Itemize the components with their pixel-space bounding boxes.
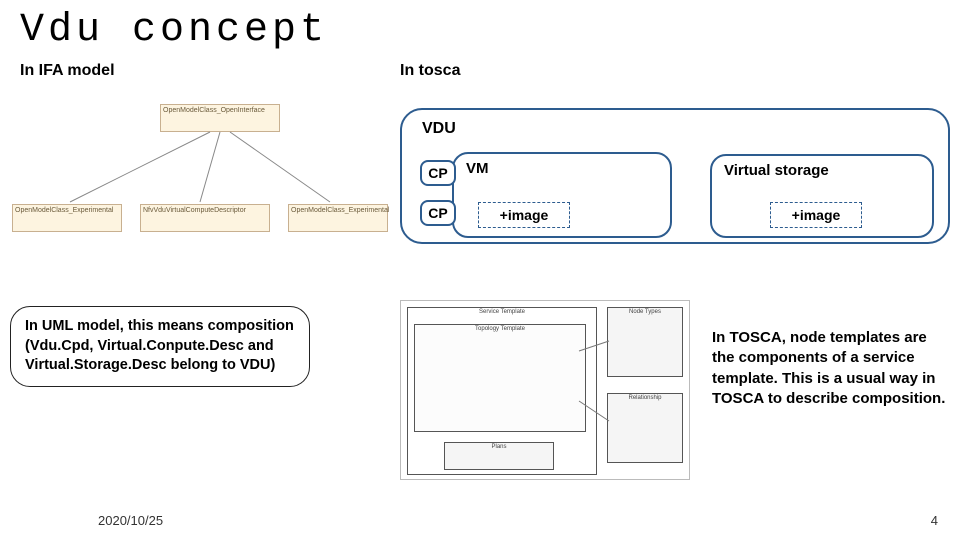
footer-date: 2020/10/25 bbox=[98, 513, 163, 528]
service-template-diagram: Service Template Topology Template Plans… bbox=[400, 300, 690, 480]
subhead-row: In IFA model In tosca bbox=[20, 62, 940, 80]
vdu-label: VDU bbox=[422, 120, 456, 138]
cp-box-2: CP bbox=[420, 200, 456, 226]
virtual-storage-label: Virtual storage bbox=[724, 162, 829, 179]
uml-diagram: OpenModelClass_OpenInterface OpenModelCl… bbox=[10, 150, 390, 260]
image-box-1: +image bbox=[478, 202, 570, 228]
cp-box-1: CP bbox=[420, 160, 456, 186]
subhead-tosca: In tosca bbox=[400, 62, 460, 80]
virtual-storage-group: Virtual storage +image bbox=[710, 154, 934, 238]
image-box-2: +image bbox=[770, 202, 862, 228]
uml-explanation: In UML model, this means composition (Vd… bbox=[10, 306, 310, 387]
subhead-ifa: In IFA model bbox=[20, 62, 400, 80]
vm-label: VM bbox=[466, 160, 489, 177]
tosca-explanation: In TOSCA, node templates are the compone… bbox=[712, 328, 950, 409]
footer-page-number: 4 bbox=[931, 513, 938, 528]
page-title: Vdu concept bbox=[0, 0, 960, 53]
vdu-diagram: VDU VM +image CP CP Virtual storage +ima… bbox=[400, 108, 950, 244]
vm-group: VM +image bbox=[452, 152, 672, 238]
